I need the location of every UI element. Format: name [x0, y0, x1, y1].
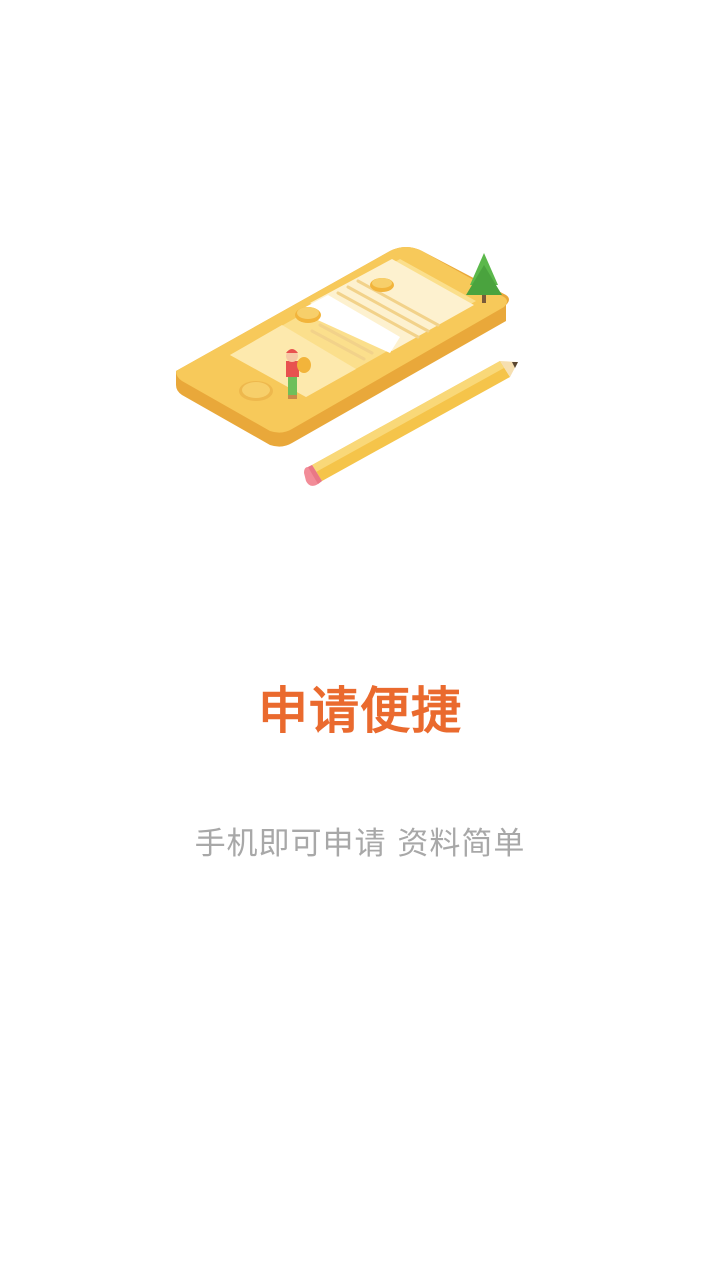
page-subtitle: 手机即可申请 资料简单 [194, 826, 526, 862]
phone-with-pencil-illustration [176, 247, 518, 486]
page-title: 申请便捷 [258, 682, 462, 740]
onboarding-screen: 申请便捷 手机即可申请 资料简单 [0, 0, 720, 1280]
